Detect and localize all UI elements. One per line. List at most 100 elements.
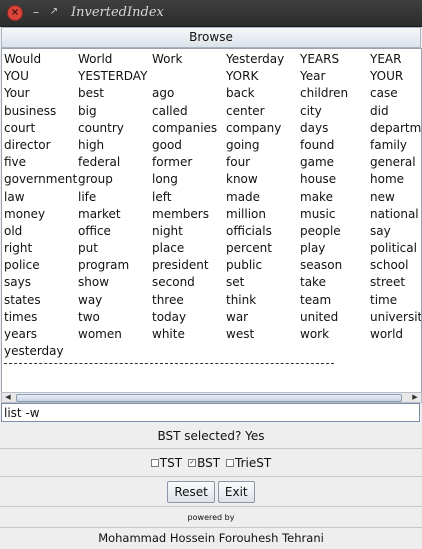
scroll-thumb[interactable] xyxy=(16,394,402,402)
index-word: president xyxy=(152,258,209,273)
index-word xyxy=(370,343,421,360)
index-word: years xyxy=(4,327,38,341)
index-word: members xyxy=(152,206,209,221)
index-word: YEARS xyxy=(300,52,340,66)
maximize-icon[interactable]: ↗ xyxy=(47,5,61,19)
index-word: united xyxy=(300,309,339,324)
index-word: say xyxy=(370,223,391,238)
index-word xyxy=(300,343,370,360)
index-word: says xyxy=(4,275,31,290)
index-word: good xyxy=(152,137,182,152)
index-word: political xyxy=(370,241,417,256)
reset-button[interactable]: Reset xyxy=(167,481,215,503)
word-grid: Would World Work Yesterday YEARS YEAR YOU YESTE… xyxy=(4,51,422,360)
option-tst[interactable]: TST xyxy=(150,456,183,470)
browse-button[interactable]: Browse xyxy=(1,27,421,48)
index-word: YEAR xyxy=(370,52,402,66)
index-word: universit xyxy=(370,309,422,324)
index-word: ago xyxy=(152,86,175,101)
index-word: season xyxy=(300,258,343,273)
app-window: × – ↗ InvertedIndex Browse Would World Wor… xyxy=(0,0,422,549)
minimize-icon[interactable]: – xyxy=(29,5,43,19)
index-word: did xyxy=(370,103,389,118)
index-word: two xyxy=(78,309,100,324)
index-word: case xyxy=(370,86,398,101)
output-text-area[interactable]: Would World Work Yesterday YEARS YEAR YOU YESTE… xyxy=(1,48,422,394)
index-word: federal xyxy=(78,155,121,170)
bst-label: BST xyxy=(197,456,221,470)
index-word: called xyxy=(152,103,188,118)
index-word xyxy=(152,68,226,85)
index-word: officials xyxy=(226,223,272,238)
button-row: Reset Exit xyxy=(0,478,422,507)
index-word: long xyxy=(152,172,178,187)
index-word: way xyxy=(78,292,103,307)
index-word: YORK xyxy=(226,69,259,84)
triest-checkbox[interactable] xyxy=(226,459,235,467)
exit-button[interactable]: Exit xyxy=(217,481,255,503)
index-word: women xyxy=(78,327,122,341)
index-word: director xyxy=(4,137,51,152)
command-input[interactable]: list -w xyxy=(1,403,420,422)
index-word: left xyxy=(152,189,172,204)
index-word: new xyxy=(370,189,395,204)
index-word: life xyxy=(78,189,97,204)
index-word: YOU xyxy=(4,69,29,84)
tst-checkbox[interactable] xyxy=(150,459,159,467)
index-word: old xyxy=(4,223,23,238)
option-triest[interactable]: TrieST xyxy=(226,456,271,470)
index-word: three xyxy=(152,292,184,307)
index-word: law xyxy=(4,189,25,204)
powered-by-label: powered by xyxy=(0,509,422,528)
horizontal-scrollbar[interactable]: ◀ ▶ xyxy=(1,392,422,403)
index-word: yesterday xyxy=(4,344,64,359)
index-word: percent xyxy=(226,241,272,256)
index-word: think xyxy=(226,292,257,307)
index-word: general xyxy=(370,155,416,170)
tst-label: TST xyxy=(159,456,183,470)
index-word: court xyxy=(4,120,36,135)
index-word: office xyxy=(78,223,111,238)
index-word: put xyxy=(78,241,98,256)
index-word: work xyxy=(300,327,330,341)
index-word: public xyxy=(226,258,263,273)
author-label: Mohammad Hossein Forouhesh Tehrani xyxy=(98,531,324,545)
index-word: back xyxy=(226,86,255,101)
index-word: show xyxy=(78,275,110,290)
index-word xyxy=(226,343,300,360)
index-word: World xyxy=(78,52,113,66)
index-word: market xyxy=(78,206,121,221)
index-word: former xyxy=(152,155,193,170)
option-bst[interactable]: ✓ BST xyxy=(188,456,220,470)
index-word: west xyxy=(226,327,255,341)
separator-line xyxy=(4,363,334,366)
index-word: high xyxy=(78,137,105,152)
bst-checkbox[interactable]: ✓ xyxy=(188,459,197,467)
index-word: business xyxy=(4,103,57,118)
index-word: children xyxy=(300,86,349,101)
index-word: YESTERDAY xyxy=(78,69,148,84)
scroll-right-icon[interactable]: ▶ xyxy=(410,393,420,402)
index-word: Would xyxy=(4,52,42,66)
index-word: four xyxy=(226,155,251,170)
index-word: million xyxy=(226,206,266,221)
index-word: world xyxy=(370,327,404,341)
index-word: companies xyxy=(152,120,218,135)
index-word xyxy=(152,343,226,360)
index-word: best xyxy=(78,86,104,101)
index-word: program xyxy=(78,258,130,273)
index-word: YOUR xyxy=(370,69,404,84)
scroll-left-icon[interactable]: ◀ xyxy=(3,393,13,402)
title-bar: × – ↗ InvertedIndex xyxy=(0,0,422,27)
index-word: Your xyxy=(4,86,30,101)
index-word: Yesterday xyxy=(226,52,285,66)
index-word: government xyxy=(4,172,78,187)
index-word: family xyxy=(370,137,408,152)
index-word xyxy=(78,343,152,360)
index-word: right xyxy=(4,241,33,256)
window-title: InvertedIndex xyxy=(71,5,164,20)
close-icon[interactable]: × xyxy=(7,5,23,21)
structure-options: TST ✓ BST TrieST xyxy=(0,450,422,477)
index-word: times xyxy=(4,309,38,324)
index-word: police xyxy=(4,258,40,273)
